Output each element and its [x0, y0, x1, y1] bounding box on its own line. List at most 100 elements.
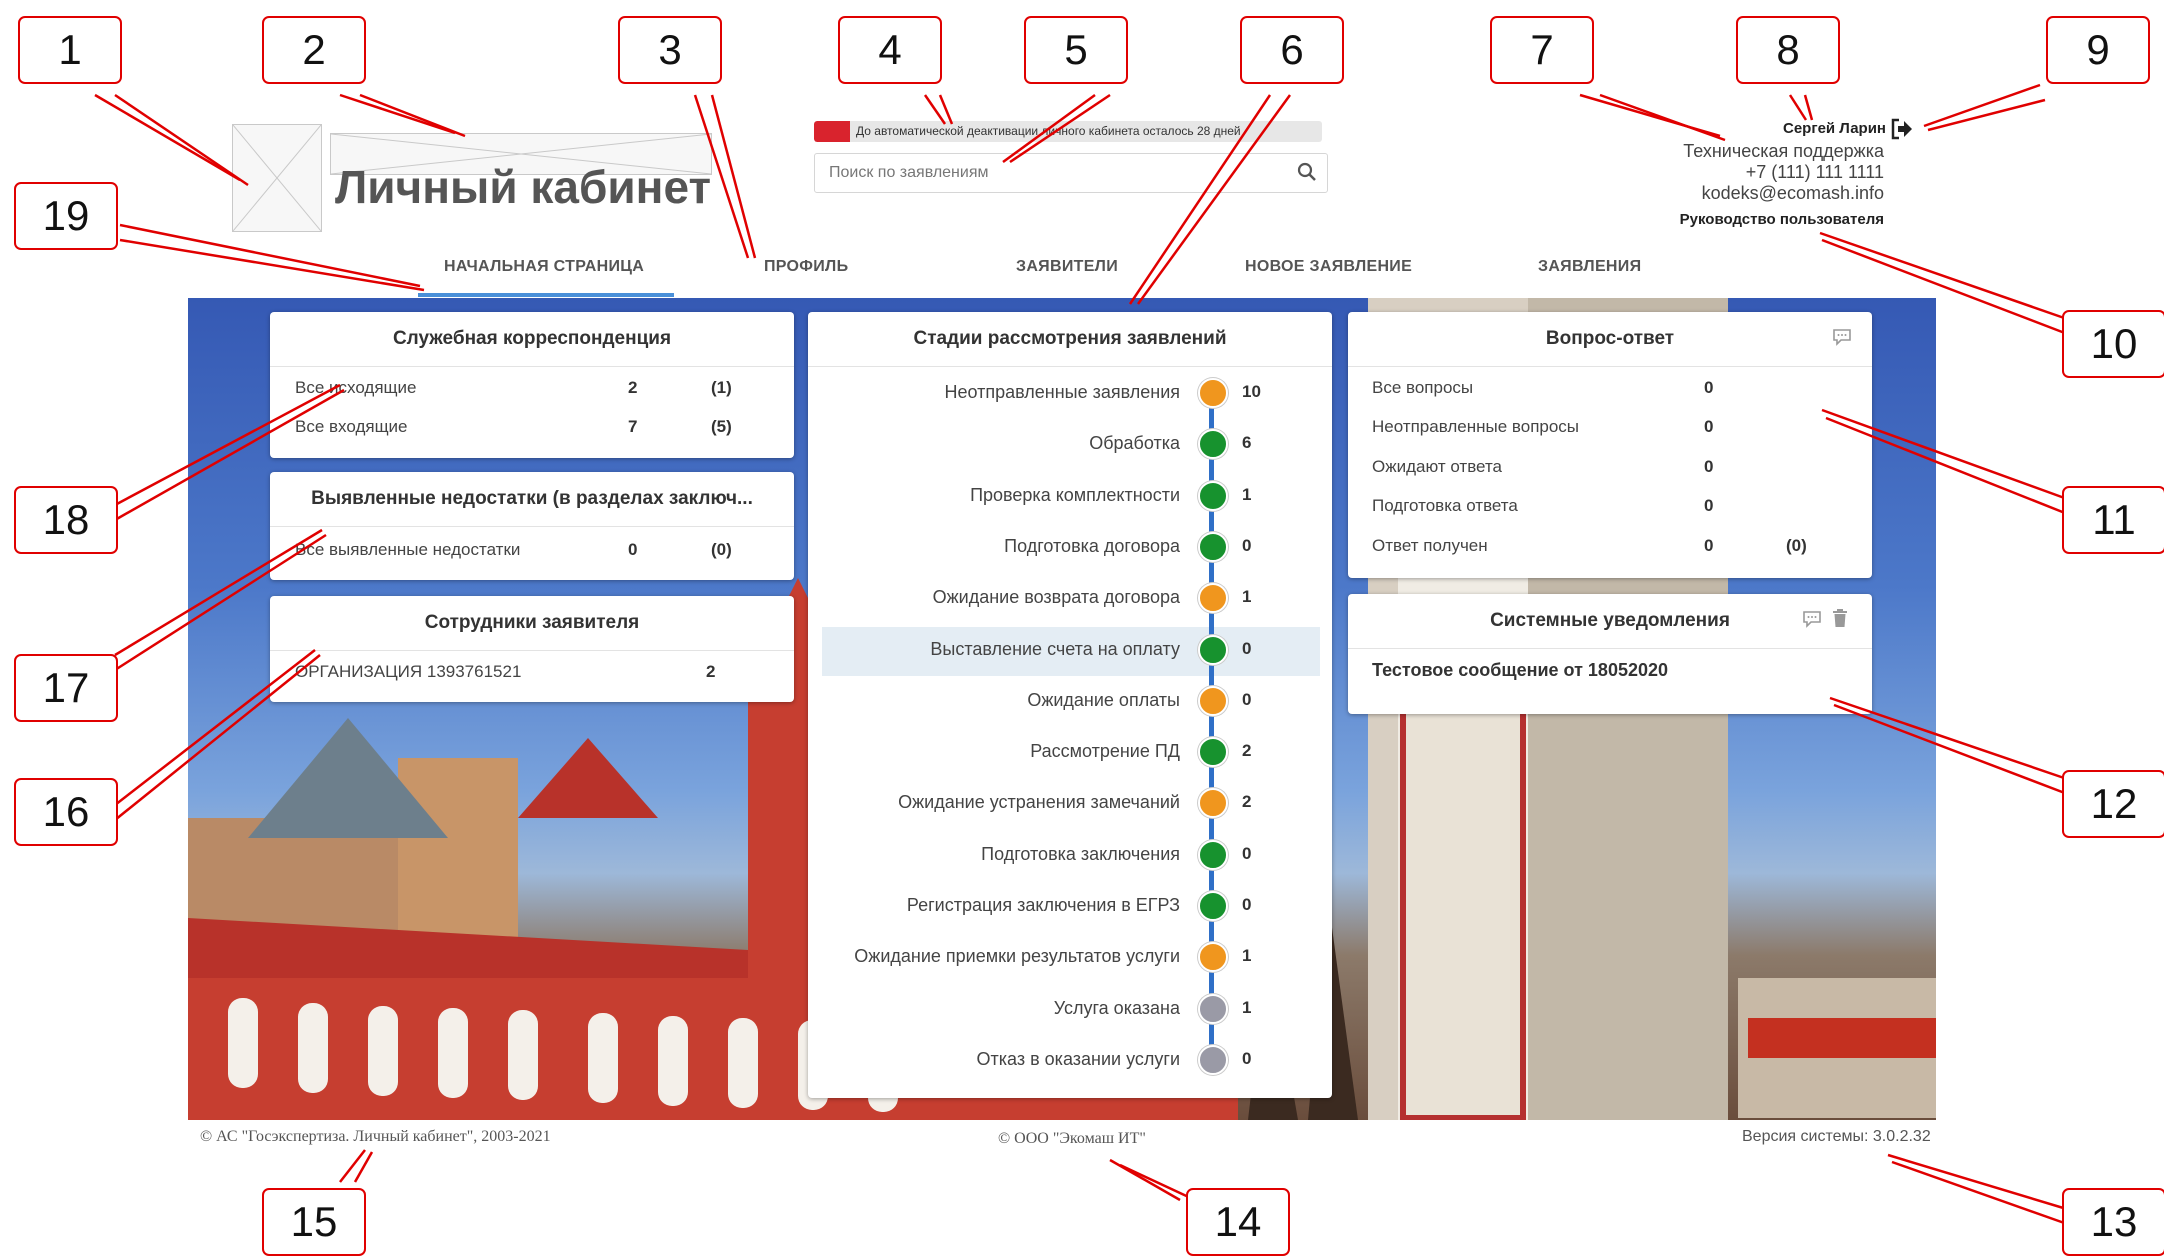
deactivation-progress-fill — [814, 121, 850, 142]
qa-row-count[interactable]: 0 — [1704, 378, 1713, 398]
stage-label[interactable]: Услуга оказана — [1054, 998, 1180, 1019]
stage-count[interactable]: 1 — [1242, 946, 1251, 966]
tab-profile[interactable]: ПРОФИЛЬ — [764, 258, 848, 276]
stage-count[interactable]: 0 — [1242, 639, 1251, 659]
stage-count[interactable]: 6 — [1242, 433, 1251, 453]
stage-label[interactable]: Подготовка заключения — [981, 844, 1180, 865]
qa-row-label[interactable]: Ответ получен — [1372, 536, 1488, 556]
incoming-label[interactable]: Все входящие — [295, 417, 408, 437]
logo-placeholder — [232, 124, 322, 232]
stage-label[interactable]: Выставление счета на оплату — [930, 639, 1180, 660]
tab-applicants[interactable]: ЗАЯВИТЕЛИ — [1016, 258, 1118, 276]
stage-status-dot — [1198, 788, 1228, 818]
deficiencies-new-count[interactable]: (0) — [711, 540, 732, 560]
comment-icon[interactable] — [1832, 328, 1852, 351]
stage-label[interactable]: Подготовка договора — [1004, 536, 1180, 557]
stage-label[interactable]: Ожидание устранения замечаний — [898, 792, 1180, 813]
support-email[interactable]: kodeks@ecomash.info — [1702, 183, 1884, 204]
organization-count[interactable]: 2 — [706, 662, 715, 682]
stage-label[interactable]: Обработка — [1089, 433, 1180, 454]
qa-row-count[interactable]: 0 — [1704, 457, 1713, 477]
annotation-11: 11 — [2062, 486, 2164, 554]
deficiencies-count[interactable]: 0 — [628, 540, 637, 560]
search-input[interactable] — [827, 161, 1271, 185]
stage-count[interactable]: 0 — [1242, 536, 1251, 556]
stage-status-dot — [1198, 583, 1228, 613]
tab-applications[interactable]: ЗАЯВЛЕНИЯ — [1538, 258, 1641, 276]
notifications-panel: Системные уведомления Тестовое сообщение… — [1348, 594, 1872, 714]
comment-icon[interactable] — [1802, 610, 1822, 633]
stage-status-dot — [1198, 840, 1228, 870]
user-guide-link[interactable]: Руководство пользователя — [1680, 211, 1884, 228]
tab-new-application[interactable]: НОВОЕ ЗАЯВЛЕНИЕ — [1245, 258, 1412, 276]
stage-label[interactable]: Ожидание приемки результатов услуги — [854, 946, 1180, 967]
stage-count[interactable]: 0 — [1242, 895, 1251, 915]
stage-status-dot — [1198, 429, 1228, 459]
stage-count[interactable]: 10 — [1242, 382, 1261, 402]
annotation-19: 19 — [14, 182, 118, 250]
stage-label[interactable]: Проверка комплектности — [970, 485, 1180, 506]
stage-status-dot — [1198, 994, 1228, 1024]
qa-row-count[interactable]: 0 — [1704, 536, 1713, 556]
logout-icon[interactable] — [1890, 118, 1914, 145]
annotation-16: 16 — [14, 778, 118, 846]
stage-label[interactable]: Рассмотрение ПД — [1030, 741, 1180, 762]
footer-company: © ООО "Экомаш ИТ" — [998, 1130, 1146, 1147]
qa-row-count[interactable]: 0 — [1704, 496, 1713, 516]
stage-label[interactable]: Неотправленные заявления — [944, 382, 1180, 403]
annotation-1: 1 — [18, 16, 122, 84]
annotation-6: 6 — [1240, 16, 1344, 84]
outgoing-label[interactable]: Все исходящие — [295, 378, 416, 398]
stage-count[interactable]: 0 — [1242, 844, 1251, 864]
stage-count[interactable]: 1 — [1242, 998, 1251, 1018]
stage-status-dot — [1198, 1045, 1228, 1075]
organization-label[interactable]: ОРГАНИЗАЦИЯ 1393761521 — [295, 662, 521, 682]
search-box[interactable] — [814, 153, 1328, 193]
stage-label[interactable]: Отказ в оказании услуги — [977, 1049, 1180, 1070]
stage-status-dot — [1198, 891, 1228, 921]
stage-count[interactable]: 1 — [1242, 587, 1251, 607]
trash-icon[interactable] — [1832, 608, 1848, 633]
outgoing-count[interactable]: 2 — [628, 378, 637, 398]
stages-title: Стадии рассмотрения заявлений — [808, 312, 1332, 367]
incoming-count[interactable]: 7 — [628, 417, 637, 437]
annotation-12: 12 — [2062, 770, 2164, 838]
stage-count[interactable]: 0 — [1242, 1049, 1251, 1069]
support-title: Техническая поддержка — [1683, 141, 1884, 161]
stage-status-dot — [1198, 481, 1228, 511]
notifications-title: Системные уведомления — [1348, 594, 1872, 649]
deactivation-progress: До автоматической деактивации личного ка… — [814, 121, 1322, 142]
stage-count[interactable]: 1 — [1242, 485, 1251, 505]
annotation-5: 5 — [1024, 16, 1128, 84]
stage-count[interactable]: 2 — [1242, 741, 1251, 761]
annotation-10: 10 — [2062, 310, 2164, 378]
qa-title: Вопрос-ответ — [1348, 312, 1872, 367]
qa-row-label[interactable]: Все вопросы — [1372, 378, 1473, 398]
qa-row-label[interactable]: Подготовка ответа — [1372, 496, 1518, 516]
annotation-7: 7 — [1490, 16, 1594, 84]
stage-label[interactable]: Регистрация заключения в ЕГРЗ — [907, 895, 1180, 916]
deficiencies-panel: Выявленные недостатки (в разделах заключ… — [270, 472, 794, 580]
deficiencies-label[interactable]: Все выявленные недостатки — [295, 540, 520, 560]
outgoing-new-count[interactable]: (1) — [711, 378, 732, 398]
annotation-15: 15 — [262, 1188, 366, 1256]
stage-label[interactable]: Ожидание возврата договора — [933, 587, 1180, 608]
stage-count[interactable]: 2 — [1242, 792, 1251, 812]
qa-row-extra[interactable]: (0) — [1786, 536, 1807, 556]
qa-row-label[interactable]: Неотправленные вопросы — [1372, 417, 1579, 437]
stage-count[interactable]: 0 — [1242, 690, 1251, 710]
tab-home[interactable]: НАЧАЛЬНАЯ СТРАНИЦА — [444, 258, 644, 276]
qa-row-count[interactable]: 0 — [1704, 417, 1713, 437]
search-icon[interactable] — [1297, 162, 1317, 187]
notification-message[interactable]: Тестовое сообщение от 18052020 — [1372, 660, 1668, 681]
annotation-3: 3 — [618, 16, 722, 84]
user-name[interactable]: Сергей Ларин — [1783, 120, 1886, 137]
annotation-18: 18 — [14, 486, 118, 554]
annotation-13: 13 — [2062, 1188, 2164, 1256]
stage-label[interactable]: Ожидание оплаты — [1027, 690, 1180, 711]
qa-row-label[interactable]: Ожидают ответа — [1372, 457, 1502, 477]
incoming-new-count[interactable]: (5) — [711, 417, 732, 437]
employees-panel: Сотрудники заявителя ОРГАНИЗАЦИЯ 1393761… — [270, 596, 794, 702]
qa-panel: Вопрос-ответ Все вопросы 0 Неотправленны… — [1348, 312, 1872, 578]
active-tab-indicator — [418, 293, 674, 297]
